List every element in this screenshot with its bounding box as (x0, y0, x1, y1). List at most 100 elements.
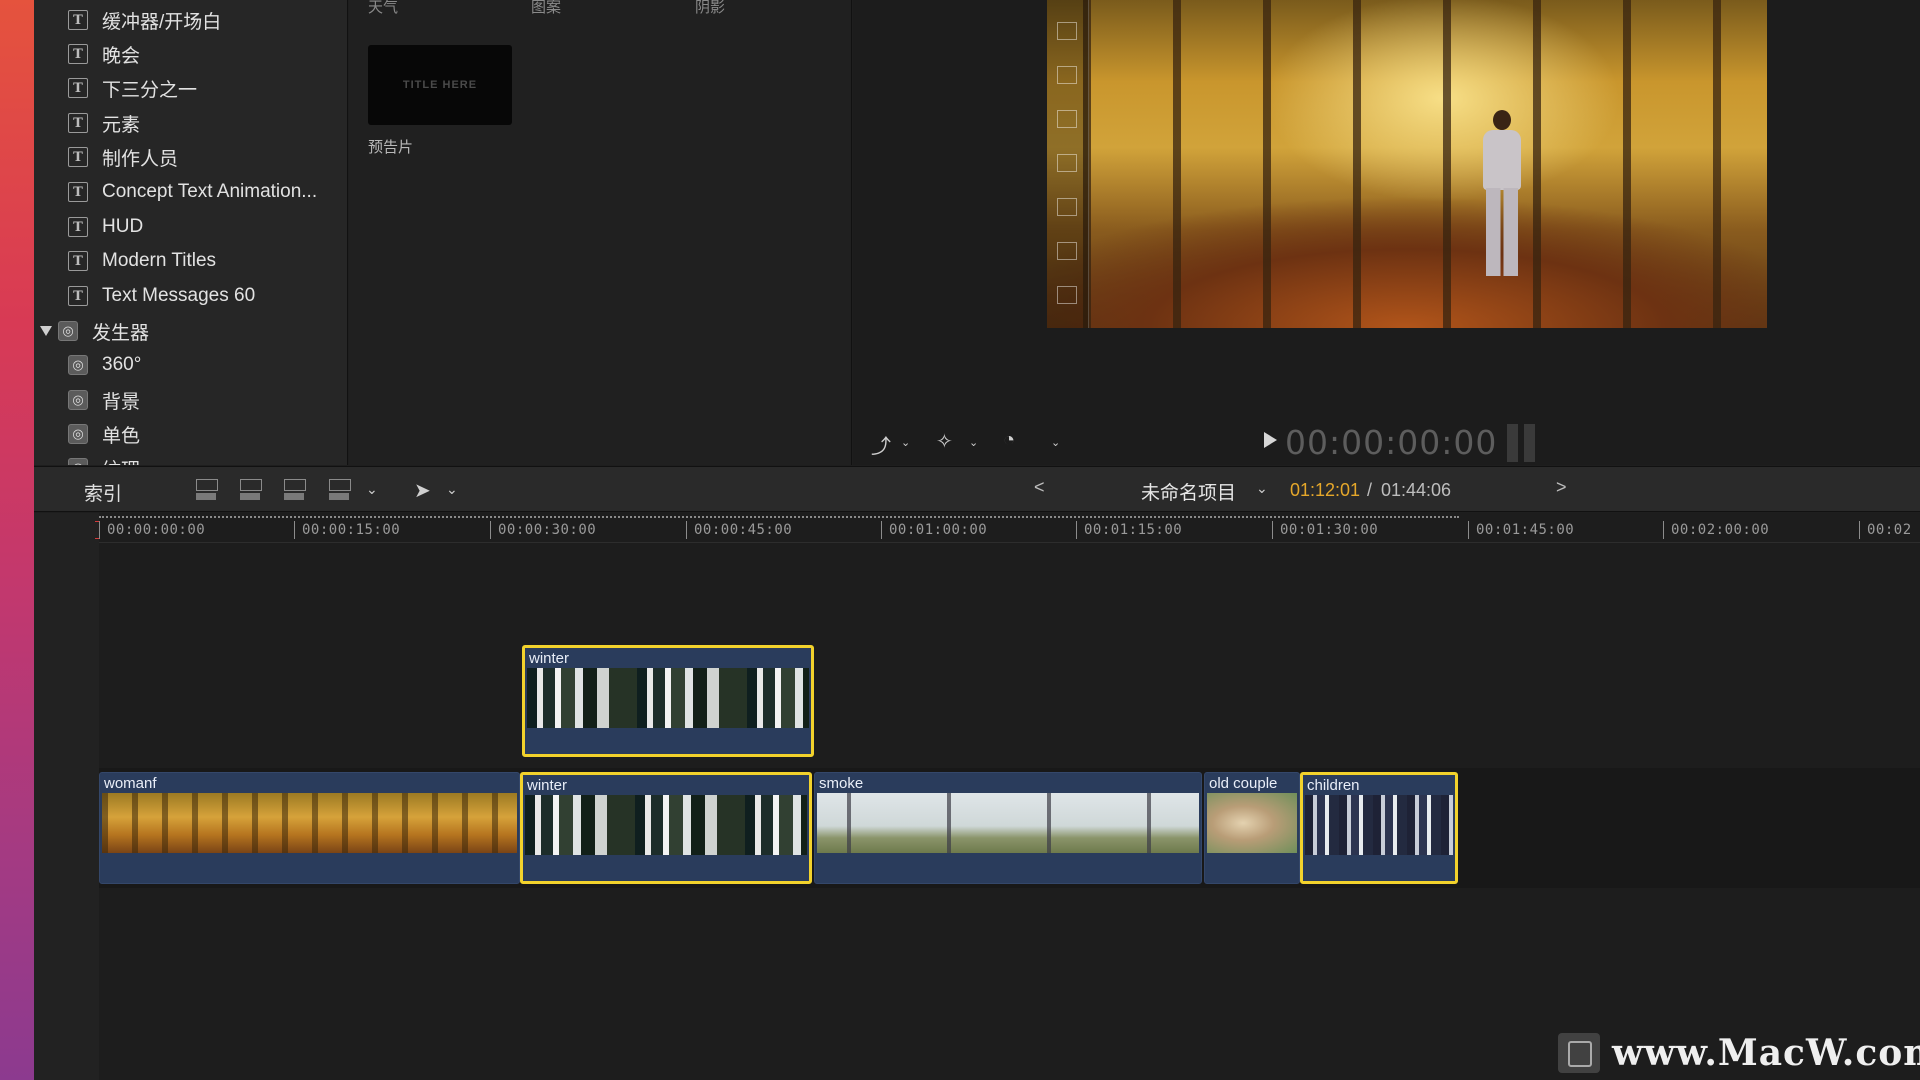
text-icon: T (68, 251, 88, 271)
current-timecode: 01:12:01 (1290, 480, 1361, 500)
thumbnail-label: 预告片 (368, 139, 414, 156)
clip-name: smoke (819, 775, 864, 792)
chevron-down-icon[interactable]: ⌄ (901, 436, 910, 449)
sidebar-group-label: 发生器 (92, 322, 150, 344)
sidebar-item-label: 下三分之一 (102, 79, 198, 101)
append-clip-icon[interactable] (282, 479, 306, 501)
rendered-range-indicator (99, 516, 1459, 518)
filmstrip-overlay (1047, 0, 1089, 328)
clip-filmstrip (525, 795, 807, 855)
sidebar-item-credits[interactable]: T 制作人员 (68, 140, 178, 174)
trailer-title-thumbnail[interactable]: TITLE HERE (368, 45, 512, 125)
clip-children[interactable]: children (1300, 772, 1458, 884)
timeline-ruler[interactable]: 00:00:00:00 00:00:15:00 00:00:30:00 00:0… (95, 513, 1920, 543)
viewer-timecode[interactable]: 00:00:00:00 (1285, 423, 1497, 462)
speed-gauge-icon[interactable]: ◔ (1003, 429, 1015, 452)
insert-clip-icon[interactable] (238, 479, 262, 501)
column-header-pattern: 图案 (531, 0, 562, 16)
viewer: ⤴ ⌄ ✧ ⌄ ◔ ⌄ 00:00:00:00 (853, 0, 1920, 465)
magic-wand-icon[interactable]: ✧ (936, 429, 953, 454)
clip-name: winter (529, 650, 570, 667)
sidebar-item-party[interactable]: T 晚会 (68, 37, 140, 71)
connected-clip-winter[interactable]: winter (522, 645, 814, 757)
overwrite-clip-icon[interactable] (327, 479, 351, 501)
ruler-label: 00:01:15:00 (1084, 522, 1183, 538)
disclosure-triangle-icon[interactable] (40, 326, 52, 336)
sidebar-item-solids[interactable]: ◎ 单色 (68, 417, 140, 451)
sidebar-item-elements[interactable]: T 元素 (68, 106, 140, 140)
watermark: www.MacW.com (1558, 1032, 1920, 1074)
timeline-gutter (34, 513, 99, 1080)
previous-project-button[interactable]: < (1034, 477, 1045, 498)
sidebar-item-label: Text Messages 60 (102, 285, 256, 306)
ruler-label: 00:00:45:00 (694, 522, 793, 538)
clip-winter[interactable]: winter (520, 772, 812, 884)
sidebar-item-360[interactable]: ◎ 360° (68, 348, 141, 382)
column-header-weather: 天气 (368, 0, 399, 16)
sidebar-item-lower-thirds[interactable]: T 下三分之一 (68, 71, 197, 105)
chevron-down-icon[interactable]: ⌄ (446, 481, 458, 498)
clip-name: winter (527, 777, 568, 794)
ruler-label: 00:01:45:00 (1476, 522, 1575, 538)
project-name[interactable]: 未命名项目 (1141, 478, 1236, 505)
sidebar-item-label: 元素 (102, 114, 141, 136)
forest-image (1047, 0, 1767, 328)
sidebar-item-label: HUD (102, 216, 144, 237)
connect-clip-icon[interactable] (194, 479, 218, 501)
text-icon: T (68, 10, 88, 30)
select-tool-arrow-icon[interactable]: ➤ (414, 478, 431, 503)
chevron-down-icon[interactable]: ⌄ (1256, 480, 1268, 497)
audio-meter (1507, 424, 1535, 462)
sidebar-item-label: Modern Titles (102, 250, 217, 271)
next-project-button[interactable]: > (1556, 477, 1567, 498)
index-button[interactable]: 索引 (84, 479, 122, 506)
sidebar-item-bumpers[interactable]: T 缓冲器/开场白 (68, 3, 221, 37)
viewer-toolbar: ⤴ ⌄ ✧ ⌄ ◔ ⌄ 00:00:00:00 (853, 420, 1920, 464)
title-browser: 天气 图案 阴影 TITLE HERE 预告片 (349, 0, 852, 465)
sidebar-item-label: 晚会 (102, 45, 141, 67)
generator-icon: ◎ (68, 390, 88, 410)
ruler-label: 00:00:30:00 (498, 522, 597, 538)
sidebar-group-generators[interactable]: ◎ 发生器 (40, 314, 149, 348)
clip-womanf[interactable]: womanf (99, 772, 520, 884)
text-icon: T (68, 44, 88, 64)
titles-generators-sidebar: T 缓冲器/开场白 T 晚会 T 下三分之一 T 元素 T 制作人员 T Con… (34, 0, 348, 465)
timeline[interactable]: 00:00:00:00 00:00:15:00 00:00:30:00 00:0… (34, 513, 1920, 1080)
sidebar-item-concept-text[interactable]: T Concept Text Animation... (68, 175, 317, 209)
ruler-label: 00:00:00:00 (107, 522, 206, 538)
sidebar-item-label: 背景 (102, 391, 141, 413)
clip-name: children (1307, 777, 1360, 794)
sidebar-item-hud[interactable]: T HUD (68, 210, 143, 244)
clip-smoke[interactable]: smoke (814, 772, 1202, 884)
chevron-down-icon[interactable]: ⌄ (366, 481, 378, 498)
watermark-text: www.MacW.com (1612, 1032, 1920, 1074)
generator-icon: ◎ (68, 424, 88, 444)
project-duration: 01:44:06 (1381, 480, 1452, 500)
sidebar-item-label: 缓冲器/开场白 (102, 11, 222, 33)
clip-filmstrip (1305, 795, 1453, 855)
clip-filmstrip (527, 668, 809, 728)
sidebar-item-label: 制作人员 (102, 148, 179, 170)
sidebar-item-label: 单色 (102, 425, 141, 447)
ruler-label: 00:01:00:00 (889, 522, 988, 538)
text-icon: T (68, 286, 88, 306)
chevron-down-icon[interactable]: ⌄ (1051, 436, 1060, 449)
sidebar-item-label: 纹理 (102, 455, 140, 466)
play-icon[interactable] (1264, 432, 1277, 448)
sidebar-item-textures[interactable]: ◎ 纹理 (68, 451, 140, 465)
desktop-background-strip (0, 0, 34, 1080)
sidebar-item-backgrounds[interactable]: ◎ 背景 (68, 383, 140, 417)
timeline-toolbar: 索引 ⌄ ➤ ⌄ < 未命名项目 ⌄ 01:12:01 / 01:44:06 > (34, 466, 1920, 512)
sidebar-item-text-messages[interactable]: T Text Messages 60 (68, 279, 255, 313)
clip-old-couple[interactable]: old couple (1204, 772, 1300, 884)
walking-person-image (1477, 110, 1527, 280)
clip-filmstrip (817, 793, 1199, 853)
ruler-label: 00:01:30:00 (1280, 522, 1379, 538)
chevron-down-icon[interactable]: ⌄ (969, 436, 978, 449)
generator-icon: ◎ (68, 458, 88, 465)
sidebar-item-modern-titles[interactable]: T Modern Titles (68, 244, 216, 278)
text-icon: T (68, 147, 88, 167)
clip-filmstrip (102, 793, 517, 853)
video-preview[interactable] (1047, 0, 1767, 328)
transform-icon[interactable]: ⤴ (871, 430, 891, 459)
